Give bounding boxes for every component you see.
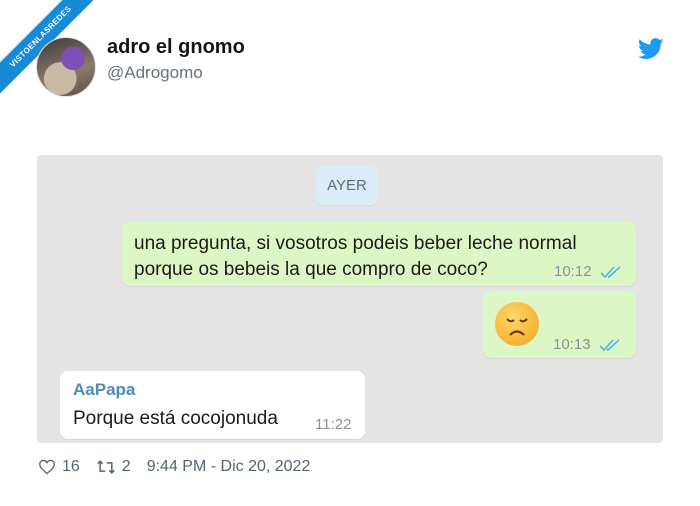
message-text: una pregunta, si vosotros podeis beber l…: [134, 233, 577, 280]
user-handle[interactable]: @Adrogomo: [107, 63, 203, 83]
disappointed-face-icon: [495, 302, 539, 346]
message-time: 10:12: [554, 263, 622, 280]
date-separator: AYER: [316, 166, 378, 205]
message-time: 11:22: [315, 416, 352, 433]
retweet-count: 2: [121, 458, 131, 475]
sender-name: AaPapa: [73, 380, 136, 399]
avatar[interactable]: [36, 37, 96, 97]
tweet-timestamp[interactable]: 9:44 PM - Dic 20, 2022: [147, 458, 311, 476]
incoming-message: AaPapa Porque está cocojonuda 11:22: [60, 371, 365, 439]
message-time: 10:13: [553, 336, 621, 353]
tweet-footer: 16 2 9:44 PM - Dic 20, 2022: [38, 458, 310, 476]
read-ticks-icon: [599, 339, 620, 352]
twitter-bird-icon[interactable]: [638, 38, 664, 60]
message-text: Porque está cocojonuda: [73, 408, 278, 429]
retweet-icon[interactable]: [96, 459, 116, 475]
outgoing-message: una pregunta, si vosotros podeis beber l…: [122, 222, 636, 286]
read-ticks-icon: [600, 266, 621, 279]
heart-icon[interactable]: [38, 459, 56, 475]
display-name[interactable]: adro el gnomo: [107, 36, 245, 59]
outgoing-message: 10:13: [483, 291, 636, 358]
like-count: 16: [62, 458, 80, 475]
